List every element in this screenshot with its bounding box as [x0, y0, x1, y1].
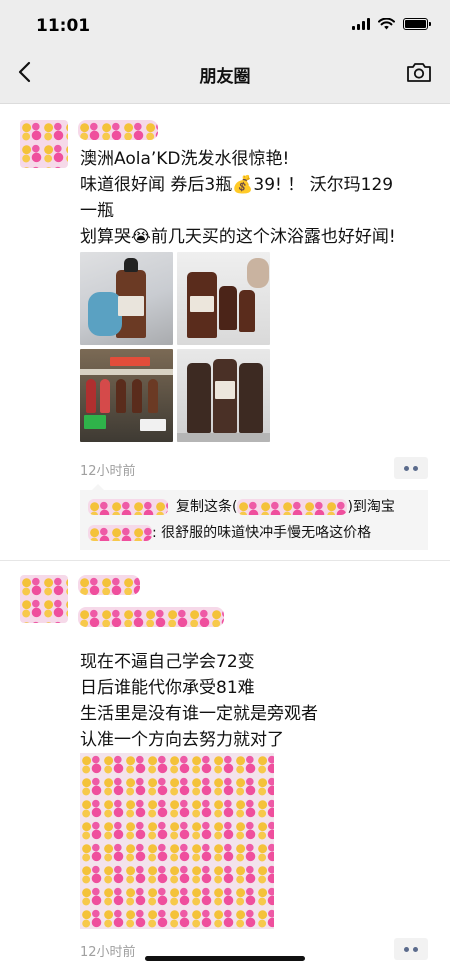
status-time: 11:01: [36, 16, 91, 36]
author-name-censored[interactable]: [78, 575, 140, 595]
comment-item[interactable]: : 很舒服的味道快冲手慢无咯这价格: [88, 520, 420, 546]
moment-post: 澳洲Aola’KD洗发水很惊艳! 味道很好闻 券后3瓶💰39! ！ 沃尔玛129…: [0, 104, 450, 560]
wifi-icon: [378, 18, 395, 30]
avatar[interactable]: [20, 120, 68, 168]
photo-grid: [80, 252, 270, 442]
battery-icon: [403, 18, 431, 30]
home-indicator[interactable]: [145, 956, 305, 961]
avatar[interactable]: [20, 575, 68, 623]
status-icons: [352, 18, 431, 30]
comment-item[interactable]: 复制这条( )到淘宝: [88, 494, 420, 520]
author-subtitle-censored: [78, 607, 224, 627]
page-title: 朋友圈: [199, 67, 251, 87]
post-text: 现在不逼自己学会72变 日后谁能代你承受81难 生活里是没有谁一定就是旁观者 认…: [80, 652, 318, 750]
censored-text: [237, 499, 348, 515]
commenter-name-censored[interactable]: [88, 499, 168, 515]
post-photo[interactable]: [177, 349, 270, 442]
top-bar: 11:01 朋友圈: [0, 0, 450, 104]
post-photo[interactable]: [80, 349, 173, 442]
camera-icon[interactable]: [406, 60, 432, 84]
more-actions-button[interactable]: [394, 457, 428, 479]
comment-text: 复制这条(: [176, 499, 238, 515]
signal-icon: [352, 18, 370, 30]
post-photo[interactable]: [80, 753, 274, 929]
commenter-name-censored[interactable]: [88, 525, 152, 541]
comment-text: )到淘宝: [347, 499, 395, 515]
post-timestamp: 12小时前: [80, 945, 136, 960]
more-actions-button[interactable]: [394, 938, 428, 960]
post-timestamp: 12小时前: [80, 464, 136, 479]
moment-post: 现在不逼自己学会72变 日后谁能代你承受81难 生活里是没有谁一定就是旁观者 认…: [0, 561, 450, 973]
author-name-censored[interactable]: [78, 120, 158, 140]
comment-section: 复制这条( )到淘宝 : 很舒服的味道快冲手慢无咯这价格: [80, 484, 428, 550]
post-photo[interactable]: [80, 252, 173, 345]
post-text: 澳洲Aola’KD洗发水很惊艳! 味道很好闻 券后3瓶💰39! ！ 沃尔玛129…: [80, 149, 396, 247]
post-photo[interactable]: [177, 252, 270, 345]
comment-text: : 很舒服的味道快冲手慢无咯这价格: [152, 525, 372, 541]
